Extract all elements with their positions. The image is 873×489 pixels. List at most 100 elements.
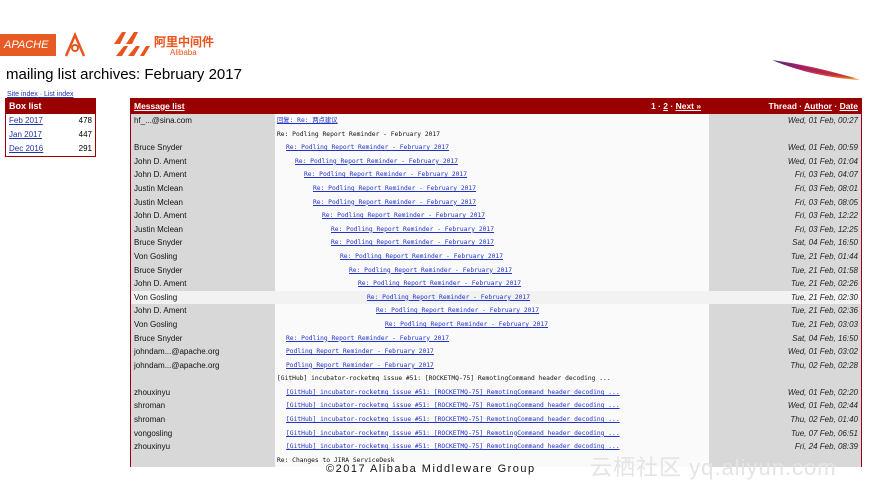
subject-cell: Podling Report Reminder - February 2017 [275,345,709,359]
subject-cell: [GitHub] incubator-rocketmq issue #51: [… [275,413,709,427]
subject-link[interactable]: Re: Podling Report Reminder - February 2… [358,280,521,287]
box-list: Box list Feb 2017 478 Jan 2017 447 Dec 2… [5,98,96,157]
date-cell: Wed, 01 Feb, 01:04 [709,154,861,169]
subject-link[interactable]: [GitHub] incubator-rocketmq issue #51: [… [286,416,620,423]
subject-cell: Re: Podling Report Reminder - February 2… [275,222,709,237]
table-row: Von Gosling Re: Podling Report Reminder -… [131,317,861,332]
subject-link[interactable]: Re: Podling Report Reminder - February 2… [313,185,476,192]
subject-link[interactable]: Re: Podling Report Reminder - February 2… [340,253,503,260]
subject-cell: Re: Podling Report Reminder - February 2… [275,249,709,264]
month-link[interactable]: Feb 2017 [9,116,43,126]
date-cell: Tue, 21 Feb, 02:30 [709,290,861,305]
next-page-link[interactable]: Next » [676,101,702,111]
subject-link[interactable]: 回复: Re: 两点建议 [277,117,338,124]
subject-link[interactable]: Re: Podling Report Reminder - February 2… [322,212,485,219]
subject-link[interactable]: Re: Podling Report Reminder - February 2… [385,321,548,328]
date-cell: Fri, 03 Feb, 08:01 [709,181,861,196]
date-cell: Tue, 21 Feb, 01:44 [709,249,861,264]
date-cell: Fri, 03 Feb, 08:05 [709,195,861,210]
subject-link[interactable]: Re: Podling Report Reminder - February 2… [376,307,539,314]
site-index-link[interactable]: Site index [7,91,38,98]
box-list-item[interactable]: Dec 2016 291 [6,142,95,156]
list-index-link[interactable]: List index [44,91,74,98]
date-cell: Fri, 03 Feb, 12:22 [709,209,861,223]
date-cell: Wed, 01 Feb, 00:27 [709,114,861,128]
subject-link[interactable]: Re: Podling Report Reminder - February 2… [304,171,467,178]
table-row: Justin Mclean Re: Podling Report Reminder… [131,181,861,196]
author-cell: Von Gosling [131,249,275,264]
author-cell: johndam...@apache.org [131,345,275,359]
date-cell: Tue, 21 Feb, 02:26 [709,277,861,291]
thread-subject: [GitHub] incubator-rocketmq issue #51: [… [277,375,611,383]
footer-copyright: ©2017 Alibaba Middleware Group [326,463,536,475]
subject-cell: Re: Podling Report Reminder - February 2… [275,168,709,182]
sort-author-link[interactable]: Author [804,101,832,111]
subject-link[interactable]: [GitHub] incubator-rocketmq issue #51: [… [286,389,620,396]
subject-link[interactable]: Re: Podling Report Reminder - February 2… [331,239,494,246]
date-cell: Tue, 21 Feb, 02:36 [709,304,861,318]
date-cell: Wed, 01 Feb, 00:59 [709,141,861,155]
author-cell: Bruce Snyder [131,141,275,155]
subject-cell: Re: Podling Report Reminder - February 2… [275,290,709,305]
author-cell: Von Gosling [131,317,275,332]
table-row: Justin Mclean Re: Podling Report Reminder… [131,222,861,237]
subject-link[interactable]: Re: Podling Report Reminder - February 2… [313,199,476,206]
month-link[interactable]: Dec 2016 [9,144,43,154]
author-cell: shroman [131,399,275,414]
box-list-item[interactable]: Feb 2017 478 [6,114,95,128]
subject-cell: Re: Podling Report Reminder - February 2… [275,195,709,210]
table-row: shroman [GitHub] incubator-rocketmq issue… [131,399,861,414]
subject-cell: 回复: Re: 两点建议 [275,114,709,128]
subject-cell: Re: Podling Report Reminder - February 2… [275,331,709,346]
table-row: [GitHub] incubator-rocketmq issue #51: [… [131,372,861,386]
author-cell: shroman [131,413,275,427]
subject-link[interactable]: [GitHub] incubator-rocketmq issue #51: [… [286,430,620,437]
subject-link[interactable]: Podling Report Reminder - February 2017 [286,362,434,369]
date-cell: Wed, 01 Feb, 02:44 [709,399,861,414]
author-cell: Justin Mclean [131,195,275,210]
thread-subject: Re: Podling Report Reminder - February 2… [277,130,441,138]
alibaba-en-brand: Alibaba [170,48,197,57]
date-cell: Fri, 03 Feb, 12:25 [709,222,861,237]
subject-link[interactable]: [GitHub] incubator-rocketmq issue #51: [… [286,402,620,409]
table-row: shroman [GitHub] incubator-rocketmq issue… [131,413,861,427]
subject-cell: Re: Podling Report Reminder - February 2… [275,181,709,196]
table-row: Bruce Snyder Re: Podling Report Reminder … [131,331,861,346]
table-row: Von Gosling Re: Podling Report Reminder -… [131,249,861,264]
subject-link[interactable]: Re: Podling Report Reminder - February 2… [349,267,512,274]
subject-link[interactable]: Re: Podling Report Reminder - February 2… [286,144,449,151]
subject-link[interactable]: Podling Report Reminder - February 2017 [286,348,434,355]
table-row: John D. Ament Re: Podling Report Reminder… [131,304,861,318]
author-cell: John D. Ament [131,168,275,182]
subject-link[interactable]: Re: Podling Report Reminder - February 2… [295,158,458,165]
subject-cell: Podling Report Reminder - February 2017 [275,358,709,373]
table-row: Bruce Snyder Re: Podling Report Reminder … [131,263,861,278]
table-row: Justin Mclean Re: Podling Report Reminder… [131,195,861,210]
box-list-item[interactable]: Jan 2017 447 [6,128,95,142]
date-cell: Wed, 01 Feb, 03:02 [709,345,861,359]
subject-cell: [GitHub] incubator-rocketmq issue #51: [… [275,372,709,386]
subject-link[interactable]: Re: Podling Report Reminder - February 2… [367,294,530,301]
subject-cell: Re: Podling Report Reminder - February 2… [275,263,709,278]
date-cell [709,372,861,386]
subject-cell: Re: Podling Report Reminder - February 2… [275,154,709,169]
sort-thread: Thread [768,101,797,111]
table-row: John D. Ament Re: Podling Report Reminder… [131,277,861,291]
message-list-table: Message list 1 · 2 · Next » Thread · Aut… [130,98,862,468]
month-link[interactable]: Jan 2017 [9,130,42,140]
table-row: John D. Ament Re: Podling Report Reminder… [131,168,861,182]
author-cell: johndam...@apache.org [131,358,275,373]
subject-link[interactable]: Re: Podling Report Reminder - February 2… [331,226,494,233]
message-list-header: Message list 1 · 2 · Next » Thread · Aut… [131,99,861,114]
subject-cell: Re: Podling Report Reminder - February 2… [275,127,709,142]
message-list-link[interactable]: Message list [134,99,185,114]
author-cell [131,453,275,468]
sort-date-link[interactable]: Date [840,101,858,111]
subject-link[interactable]: [GitHub] incubator-rocketmq issue #51: [… [286,443,620,450]
message-count: 291 [78,144,92,153]
author-cell: zhouxinyu [131,385,275,400]
date-cell: Sat, 04 Feb, 16:50 [709,331,861,346]
box-list-header: Box list [6,99,95,114]
subject-link[interactable]: Re: Podling Report Reminder - February 2… [286,335,449,342]
message-count: 478 [78,116,92,125]
